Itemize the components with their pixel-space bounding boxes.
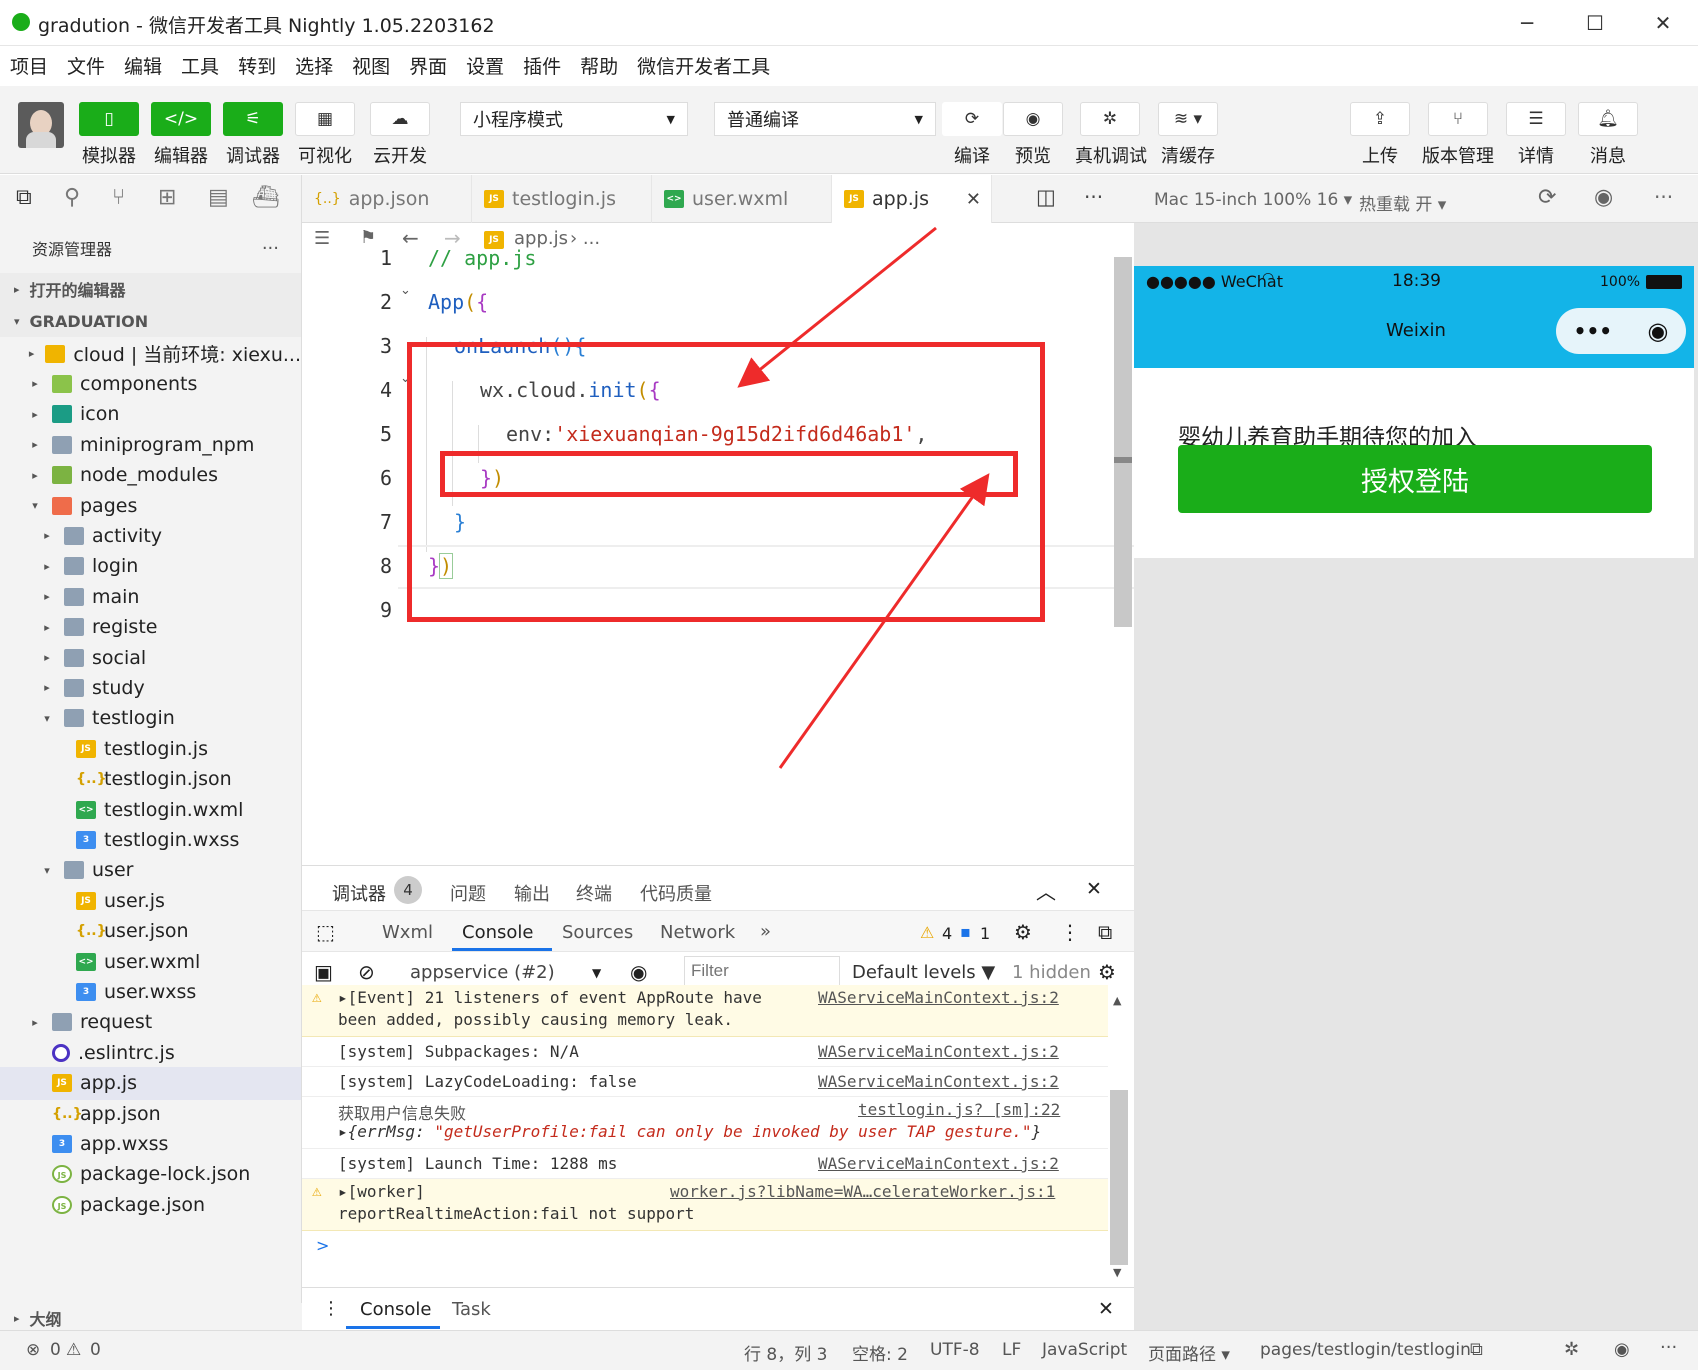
drawer-tab-console[interactable]: Console [360,1299,431,1320]
collapse-icon[interactable]: ︿ [1036,876,1056,905]
tab-code-quality[interactable]: 代码质量 [640,880,712,906]
phone-nav-bar: ●●●●● WeChat ◠ 18:39 100% Weixin ••• ◉ [1134,266,1694,368]
hot-reload-select[interactable]: 热重载 开 ▾ [1359,190,1446,215]
stop-icon[interactable]: ◉ [1594,185,1613,210]
log-text: reportRealtimeAction:fail not support [338,1204,695,1223]
log-text[interactable]: ▸[worker] [338,1182,425,1201]
refresh-icon[interactable]: ⟳ [1538,185,1556,210]
copy-icon[interactable]: ⧉ [1470,1339,1483,1360]
tab-wxml[interactable]: Wxml [382,922,433,943]
tab-debugger[interactable]: 调试器 [332,880,386,906]
annotation-arrow-2 [778,473,990,769]
capsule-menu[interactable]: ••• ◉ [1556,308,1686,354]
kebab-menu-icon[interactable]: ⋮ [322,1298,340,1319]
close-drawer-icon[interactable]: ✕ [1098,1298,1114,1320]
log-source-link[interactable]: WAServiceMainContext.js:2 [818,1072,1059,1091]
warning-icon: ⚠ [312,987,322,1006]
tab-output[interactable]: 输出 [514,880,550,906]
cursor-position[interactable]: 行 8，列 3 [744,1340,827,1365]
wifi-icon: ◠ [1262,270,1275,286]
log-row-warning: ⚠ ▸[worker] reportRealtimeAction:fail no… [302,1179,1108,1231]
bug-icon[interactable]: ✲ [1564,1339,1579,1360]
close-panel-icon[interactable]: ✕ [1086,878,1102,900]
log-row: [system] LazyCodeLoading: false WAServic… [302,1067,1108,1097]
record-icon[interactable]: ◉ [1647,317,1668,345]
log-source-link[interactable]: WAServiceMainContext.js:2 [818,1154,1059,1173]
clock: 18:39 [1392,271,1441,291]
scroll-down-icon[interactable]: ▼ [1113,1266,1121,1279]
eye-icon[interactable]: ◉ [630,960,647,984]
log-object[interactable]: ▸{errMsg: "getUserProfile:fail can only … [338,1122,1041,1141]
clear-console-icon[interactable]: ⊘ [358,960,375,984]
warning-count: 4 [942,924,953,943]
drawer-tab-task[interactable]: Task [452,1299,491,1320]
log-source-link[interactable]: WAServiceMainContext.js:2 [818,1042,1059,1061]
settings-gear-icon[interactable]: ⚙ [1014,920,1032,944]
battery-percent: 100% [1600,274,1641,290]
indentation[interactable]: 空格: 2 [852,1340,908,1365]
log-source-link[interactable]: testlogin.js? [sm]:22 [858,1100,1060,1119]
log-row-warning: ⚠ ▸[Event] 21 listeners of event AppRout… [302,985,1108,1037]
console-drawer-tabs: ⋮ Console Task ✕ [302,1287,1134,1331]
more-icon[interactable]: ··· [1660,1337,1677,1358]
log-row: 获取用户信息失败 ▸{errMsg: "getUserProfile:fail … [302,1097,1108,1149]
context-select[interactable]: appservice (#2) [410,962,555,983]
info-count: 1 [980,924,991,943]
log-text: 获取用户信息失败 [338,1104,467,1123]
tab-sources[interactable]: Sources [562,922,633,943]
error-count: 0 [50,1340,61,1360]
console-settings-icon[interactable]: ⚙ [1098,960,1116,984]
error-icon[interactable]: ⊗ [26,1340,40,1360]
filter-input[interactable] [684,956,840,986]
nav-title: Weixin [1386,320,1446,341]
log-text[interactable]: ▸[Event] 21 listeners of event AppRoute … [338,988,762,1007]
encoding[interactable]: UTF-8 [930,1340,980,1360]
console-prompt[interactable]: > [316,1236,329,1255]
tab-terminal[interactable]: 终端 [576,880,612,906]
log-text: [system] Launch Time: 1288 ms [338,1154,618,1173]
warning-icon[interactable]: ⚠ [66,1340,81,1360]
kebab-menu-icon[interactable]: ⋮ [1060,920,1080,944]
more-tabs-icon[interactable]: » [760,921,771,942]
warning-icon: ⚠ [920,923,935,942]
console-scrollbar[interactable] [1110,1090,1128,1265]
page-path: pages/testlogin/testlogin [1260,1340,1471,1360]
sidebar-toggle-icon[interactable]: ▣ [314,960,333,984]
annotation-arrow-1 [737,226,937,388]
log-row: [system] Launch Time: 1288 ms WAServiceM… [302,1149,1108,1179]
log-row: [system] Subpackages: N/A WAServiceMainC… [302,1037,1108,1067]
tab-network[interactable]: Network [660,922,735,943]
log-source-link[interactable]: worker.js?libName=WA…celerateWorker.js:1 [670,1182,1055,1201]
tab-console[interactable]: Console [462,922,533,943]
dock-icon[interactable]: ⧉ [1098,920,1112,944]
debugger-badge: 4 [394,876,422,904]
info-icon: ▪ [960,922,971,941]
auth-login-button[interactable]: 授权登陆 [1178,445,1652,513]
language-mode[interactable]: JavaScript [1042,1340,1127,1360]
levels-select[interactable]: Default levels ▼ [852,962,995,983]
inspect-element-icon[interactable]: ⬚ [316,920,335,944]
scroll-up-icon[interactable]: ▲ [1113,994,1121,1007]
page-path-select[interactable]: 页面路径 ▾ [1148,1340,1230,1365]
log-text: [system] LazyCodeLoading: false [338,1072,637,1091]
device-select[interactable]: Mac 15-inch 100% 16 ▾ [1154,190,1352,210]
battery-icon [1646,275,1682,289]
more-dots-icon[interactable]: ••• [1574,319,1612,343]
status-bar: ⊗ 0 ⚠ 0 行 8，列 3 空格: 2 UTF-8 LF JavaScrip… [0,1330,1698,1370]
chevron-down-icon[interactable]: ▼ [592,966,601,980]
log-text: been added, possibly causing memory leak… [338,1010,733,1029]
log-source-link[interactable]: WAServiceMainContext.js:2 [818,988,1059,1007]
simulator-header: Mac 15-inch 100% 16 ▾ 热重载 开 ▾ ⟳ ◉ ··· [1134,175,1698,223]
more-icon[interactable]: ··· [1654,185,1673,209]
line-ending[interactable]: LF [1002,1340,1021,1360]
log-text: [system] Subpackages: N/A [338,1042,579,1061]
warning-count: 0 [90,1340,101,1360]
hidden-count: 1 hidden [1012,962,1091,983]
warning-icon: ⚠ [312,1181,322,1200]
eye-icon[interactable]: ◉ [1614,1339,1630,1360]
tab-problems[interactable]: 问题 [450,880,486,906]
